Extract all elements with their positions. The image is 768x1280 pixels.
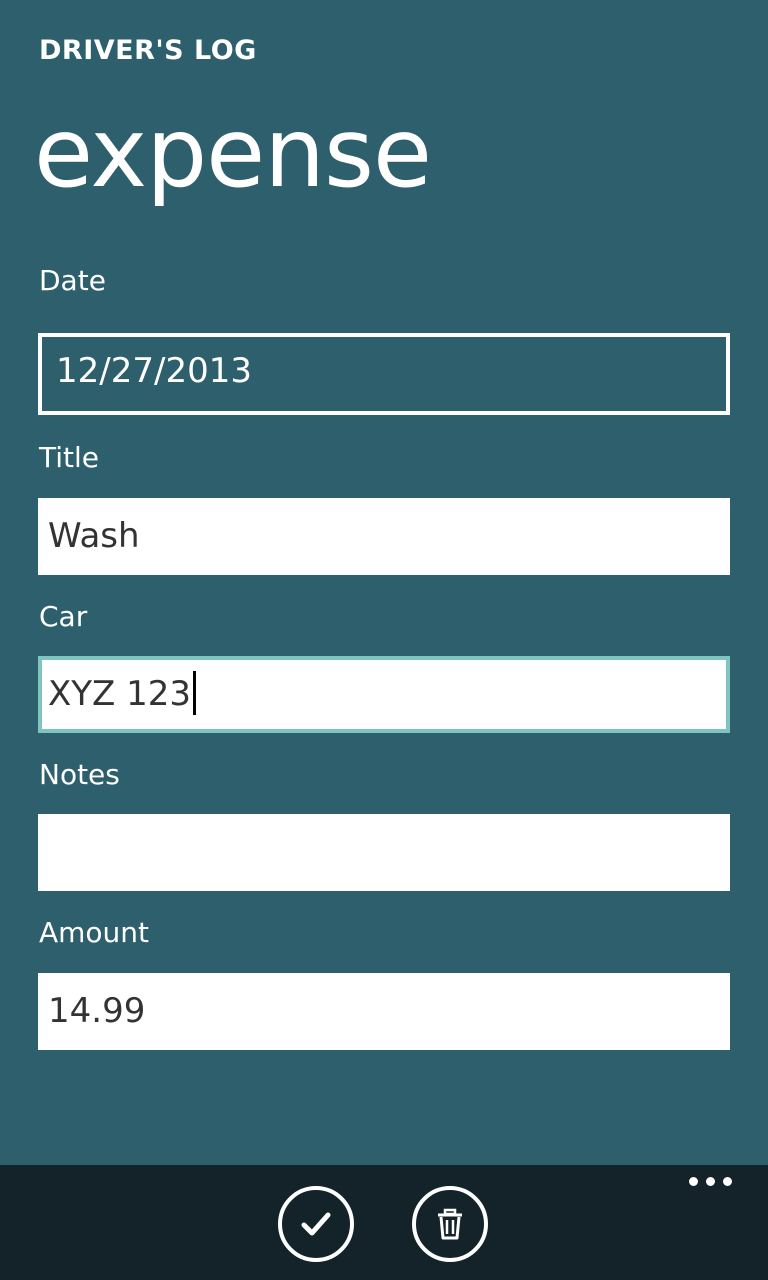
notes-input[interactable]: [38, 814, 730, 891]
date-picker-field[interactable]: 12/27/2013: [38, 333, 730, 415]
page-title: expense: [34, 97, 432, 209]
car-label: Car: [39, 600, 88, 633]
app-bar: [0, 1165, 768, 1280]
trash-icon: [438, 1208, 462, 1240]
save-button[interactable]: [278, 1186, 354, 1262]
delete-button[interactable]: [412, 1186, 488, 1262]
amount-input[interactable]: 14.99: [38, 973, 730, 1050]
title-input[interactable]: Wash: [38, 498, 730, 575]
amount-label: Amount: [39, 916, 150, 949]
amount-value: 14.99: [48, 991, 146, 1031]
ellipsis-dot: [706, 1177, 715, 1186]
ellipsis-dot: [723, 1177, 732, 1186]
title-value: Wash: [48, 516, 140, 556]
date-label: Date: [39, 264, 106, 297]
check-icon: [301, 1212, 331, 1236]
ellipsis-dot: [689, 1177, 698, 1186]
ellipsis-icon[interactable]: [689, 1177, 732, 1186]
date-value: 12/27/2013: [56, 351, 252, 391]
text-caret: [193, 670, 197, 715]
notes-label: Notes: [39, 758, 120, 791]
title-label: Title: [39, 441, 100, 474]
app-title: DRIVER'S LOG: [39, 35, 257, 66]
car-value: XYZ 123: [48, 674, 192, 714]
car-input[interactable]: XYZ 123: [38, 656, 730, 733]
